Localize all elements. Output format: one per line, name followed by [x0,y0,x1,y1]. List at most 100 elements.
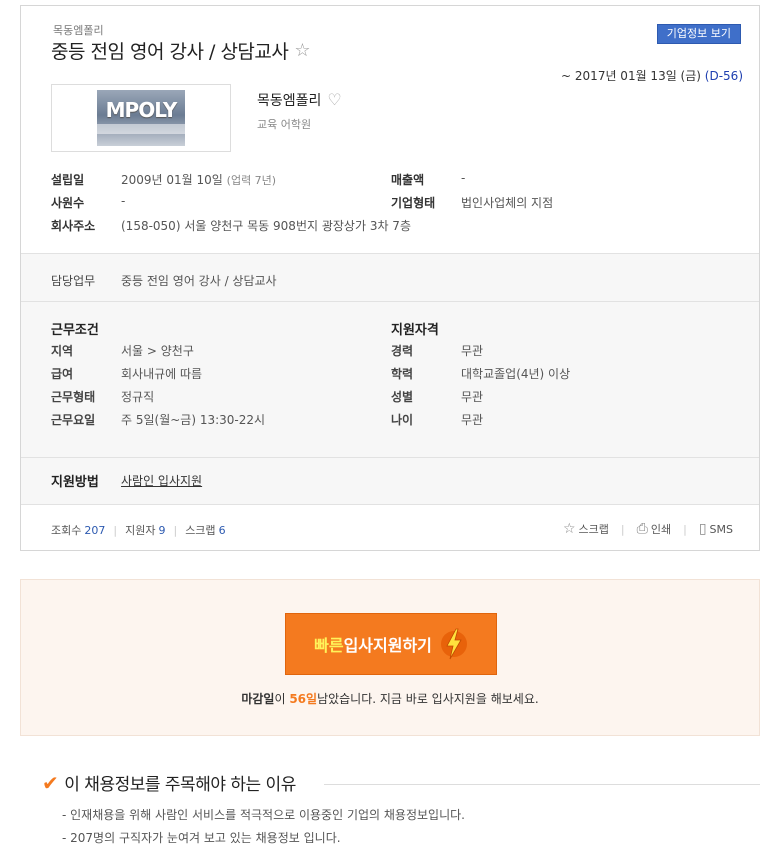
condition-label: 근무요일 [51,413,96,427]
founded-date: 2009년 01월 10일 [121,173,223,187]
printer-icon: ⎙ [636,521,648,537]
sales-label: 매출액 [391,173,425,187]
company-logo-image: MPOLY [97,90,185,146]
qualification-value: 무관 [461,344,484,358]
phone-icon: ▯ [698,521,707,537]
qualification-row: 경력 무관 [391,342,483,359]
employees-label: 사원수 [51,196,85,210]
quick-apply-strong: 빠른 [314,636,344,655]
job-card: 목동엠폴리 중등 전임 영어 강사 / 상담교사 ☆ 기업정보 보기 ~ 201… [20,5,760,551]
qualification-row: 학력 대학교졸업(4년) 이상 [391,365,570,382]
duty-label: 담당업무 [51,274,96,288]
info-employees: 사원수 - [51,194,125,211]
views-count: 207 [84,523,106,537]
qualifications-title: 지원자격 [391,323,439,338]
reasons-title: ✔ 이 채용정보를 주목해야 하는 이유 [42,770,296,796]
condition-value: 서울 > 양천구 [121,344,194,358]
info-sales: 매출액 - [391,171,465,188]
logo-text: MPOLY [105,98,178,122]
company-name-small[interactable]: 목동엠폴리 [53,22,104,38]
divider [21,504,759,505]
days-remaining: 56일 [289,692,318,706]
qualification-row: 나이 무관 [391,411,483,428]
deadline-msg-suffix: 남았습니다. 지금 바로 입사지원을 해보세요. [317,692,539,706]
reason-item: - 207명의 구직자가 눈여겨 보고 있는 채용정보 입니다. [62,831,341,845]
scraps-label: 스크랩 [185,524,216,537]
divider [21,301,759,302]
quick-apply-box: 빠른 입사지원하기 마감일이 56일남았습니다. 지금 바로 입사지원을 해보세… [20,579,760,736]
company-type: 교육 어학원 [257,118,312,131]
apply-method-link[interactable]: 사람인 입사지원 [121,472,202,489]
qualification-value: 무관 [461,413,484,427]
scraps-count: 6 [218,523,226,537]
condition-label: 지역 [51,344,74,358]
condition-value: 회사내규에 따름 [121,367,203,381]
heart-icon[interactable]: ♡ [327,92,341,108]
actions-divider: | [683,522,687,536]
dday-badge: (D-56) [704,69,743,83]
actions-divider: | [620,522,625,536]
condition-row: 근무형태 정규직 [51,388,154,405]
qualification-value: 무관 [461,390,484,404]
deadline-date: ~ 2017년 01월 13일 (금) [561,69,701,83]
condition-row: 근무요일 주 5일(월~금) 13:30-22시 [51,411,265,428]
reason-item: - 인재채용을 위해 사람인 서비스를 적극적으로 이용중인 기업의 채용정보입… [62,808,465,822]
lightning-icon [440,628,467,660]
qualification-label: 학력 [391,367,414,381]
apply-method-label: 지원방법 [51,475,99,490]
address-label: 회사주소 [51,219,96,233]
form-value: 법인사업체의 지점 [461,196,554,210]
deadline-msg-mid: 이 [274,692,290,706]
star-icon[interactable]: ☆ [294,41,310,60]
scrap-button[interactable]: ☆ 스크랩 [563,521,609,537]
company-name: 목동엠폴리 ♡ [257,90,342,110]
qualification-value: 대학교졸업(4년) 이상 [461,367,571,381]
reasons-title-text: 이 채용정보를 주목해야 하는 이유 [64,775,296,795]
stats-divider: | [113,523,118,537]
company-name-text[interactable]: 목동엠폴리 [257,90,321,110]
company-info-button[interactable]: 기업정보 보기 [656,24,741,44]
info-address: 회사주소 (158-050) 서울 양천구 목동 908번지 광장상가 3차 7… [51,217,411,234]
quick-apply-button[interactable]: 빠른 입사지원하기 [285,613,497,675]
sales-value: - [461,171,466,185]
qualification-label: 경력 [391,344,414,358]
conditions-title: 근무조건 [51,323,99,338]
employees-value: - [121,194,126,208]
scrap-label: 스크랩 [578,523,609,536]
duty-value: 중등 전임 영어 강사 / 상담교사 [121,274,277,288]
sms-button[interactable]: ▯ SMS [699,521,733,537]
condition-label: 근무형태 [51,390,96,404]
deadline-message: 마감일이 56일남았습니다. 지금 바로 입사지원을 해보세요. [21,690,759,707]
job-title: 중등 전임 영어 강사 / 상담교사 ☆ [51,37,311,64]
founded-value: 2009년 01월 10일 (업력 7년) [121,171,276,188]
founded-label: 설립일 [51,173,85,187]
info-founded: 설립일 2009년 01월 10일 (업력 7년) [51,171,276,188]
address-value: (158-050) 서울 양천구 목동 908번지 광장상가 3차 7층 [121,219,411,233]
logo-stripe [97,124,185,134]
job-stats: 조회수 207 | 지원자 9 | 스크랩 6 [51,522,226,538]
info-form: 기업형태 법인사업체의 지점 [391,194,553,211]
sms-label: SMS [709,522,733,536]
condition-value: 정규직 [121,390,155,404]
applicants-label: 지원자 [125,524,156,537]
deadline-msg-prefix: 마감일 [241,692,275,706]
job-title-text: 중등 전임 영어 강사 / 상담교사 [51,41,289,63]
form-label: 기업형태 [391,196,436,210]
views-label: 조회수 [51,524,82,537]
deadline: ~ 2017년 01월 13일 (금) (D-56) [561,67,743,84]
condition-row: 급여 회사내규에 따름 [51,365,202,382]
condition-value: 주 5일(월~금) 13:30-22시 [121,413,266,427]
company-logo[interactable]: MPOLY [51,84,231,152]
divider [21,457,759,458]
stats-divider: | [173,523,178,537]
qualification-label: 성별 [391,390,414,404]
reasons-divider [324,784,760,785]
star-outline-icon: ☆ [562,521,576,537]
condition-row: 지역 서울 > 양천구 [51,342,194,359]
quick-apply-text: 입사지원하기 [343,636,432,655]
print-button[interactable]: ⎙ 인쇄 [637,521,671,537]
qualification-label: 나이 [391,413,414,427]
condition-label: 급여 [51,367,74,381]
checkmark-icon: ✔ [42,770,59,795]
print-label: 인쇄 [650,523,672,536]
